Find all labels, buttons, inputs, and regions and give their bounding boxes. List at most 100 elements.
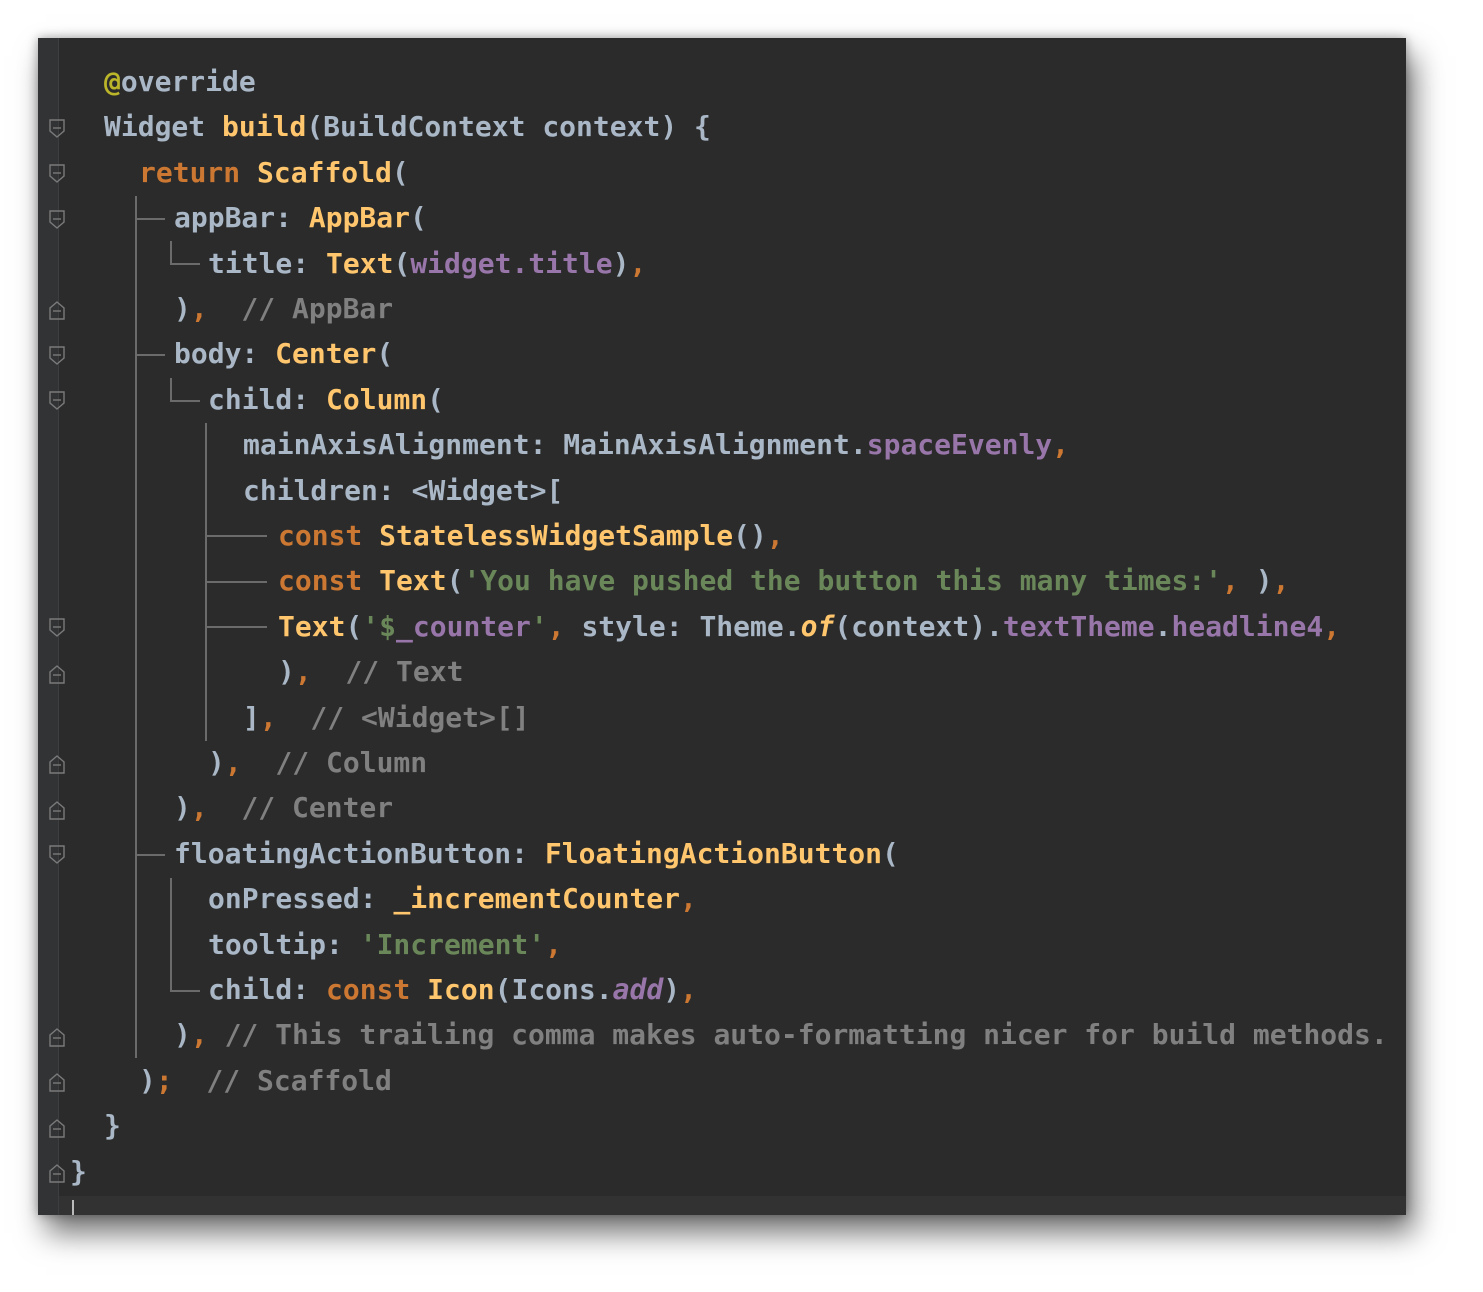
code-token: (Icons. (494, 973, 613, 1006)
code-token: // Column (241, 746, 428, 779)
code-token: 'Increment' (359, 927, 546, 961)
code-token: _counter (396, 609, 531, 643)
code-token: _incrementCounter (393, 882, 681, 916)
code-token: // Text (311, 655, 464, 689)
code-token: of (800, 609, 835, 643)
code-token: ( (410, 201, 427, 235)
code-line[interactable]: mainAxisAlignment: MainAxisAlignment.spa… (243, 422, 1069, 467)
code-token: , (1052, 428, 1070, 462)
code-token: widget.title (410, 246, 613, 280)
code-token: return (139, 155, 258, 189)
code-token: appBar: (174, 201, 309, 235)
code-token: , (190, 292, 208, 325)
code-line[interactable]: body: Center( (174, 331, 393, 376)
code-line[interactable]: appBar: AppBar( (174, 195, 427, 240)
code-token: } (104, 1109, 121, 1143)
code-token: // Scaffold (172, 1063, 392, 1097)
code-token: , (1323, 609, 1341, 643)
code-line[interactable]: ], // <Widget>[] (243, 695, 530, 740)
code-token: ) (663, 973, 681, 1006)
code-token: ; (155, 1063, 173, 1097)
code-token: (BuildContext context) { (306, 110, 711, 144)
code-token: const (278, 519, 380, 552)
code-line[interactable]: return Scaffold( (139, 150, 409, 195)
code-token: FloatingActionButton (544, 836, 883, 870)
code-token: , (190, 791, 208, 825)
code-token: onPressed: (208, 882, 394, 916)
code-token: tooltip: (208, 927, 360, 961)
code-token: , (190, 1018, 208, 1052)
code-token: build (222, 110, 307, 144)
code-line[interactable]: tooltip: 'Increment', (208, 922, 562, 967)
code-token: '$ (362, 609, 397, 643)
code-line[interactable]: title: Text(widget.title), (208, 241, 646, 286)
code-token: ) (278, 655, 295, 689)
code-token: textTheme (1002, 609, 1155, 643)
code-token: ( (882, 836, 899, 870)
code-token: ( (446, 564, 464, 598)
code-line[interactable]: ), // AppBar (174, 286, 393, 331)
code-token: const (326, 973, 428, 1006)
code-token: , (545, 927, 563, 961)
code-token: override (120, 65, 256, 98)
code-token: Text (379, 564, 447, 598)
code-token: AppBar (308, 201, 411, 235)
code-token: , (680, 973, 697, 1006)
code-line[interactable]: @override (104, 59, 256, 104)
code-line[interactable]: child: Column( (208, 377, 444, 422)
code-line[interactable]: children: <Widget>[ (243, 468, 563, 513)
code-token: () (733, 519, 767, 552)
code-token: ) (139, 1063, 156, 1097)
code-token: Center (275, 337, 377, 371)
code-token: children: <Widget>[ (243, 473, 564, 507)
code-token: ) (208, 746, 225, 779)
code-line[interactable]: Text('$_counter', style: Theme.of(contex… (278, 604, 1340, 649)
code-line[interactable]: } (70, 1149, 87, 1194)
code-line[interactable]: ), // Text (278, 649, 463, 694)
code-line[interactable]: ); // Scaffold (139, 1058, 392, 1103)
code-content[interactable]: @override Widget build(BuildContext conte… (38, 38, 1406, 1215)
code-token: const (278, 564, 380, 598)
code-token: ( (393, 246, 411, 280)
code-line[interactable]: } (104, 1103, 121, 1148)
code-token: , (294, 655, 312, 689)
code-token: Widget (104, 110, 223, 144)
code-token: Text (278, 609, 346, 643)
code-token: // This trailing comma makes auto-format… (207, 1018, 1388, 1052)
code-token: ) (612, 246, 630, 280)
code-token: , (766, 519, 784, 552)
code-token: // <Widget>[] (276, 700, 530, 734)
code-token: ( (376, 337, 394, 371)
code-token: child: (208, 973, 327, 1006)
code-token: . (1154, 609, 1172, 643)
code-token: add (612, 973, 664, 1006)
code-token: , (1222, 564, 1239, 598)
code-token: , (680, 882, 697, 916)
code-token: // Center (207, 791, 394, 825)
code-token: style: Theme. (564, 609, 801, 643)
code-token: headline4 (1171, 609, 1324, 643)
code-token: ' (530, 609, 548, 643)
code-line[interactable]: ), // Column (208, 740, 427, 785)
code-token: Scaffold (257, 155, 392, 189)
code-token: // AppBar (207, 292, 394, 325)
code-token: , (1272, 564, 1290, 598)
code-line[interactable]: const Text('You have pushed the button t… (278, 558, 1289, 603)
code-line[interactable]: onPressed: _incrementCounter, (208, 876, 697, 921)
code-token: , (629, 246, 647, 280)
code-token: ( (427, 382, 445, 416)
code-token: child: (208, 382, 327, 416)
code-token: Text (326, 246, 394, 280)
code-token: body: (174, 337, 276, 371)
code-token: ) (174, 292, 191, 325)
code-token: (context). (834, 609, 1003, 643)
code-token: ] (243, 700, 260, 734)
code-line[interactable]: floatingActionButton: FloatingActionButt… (174, 831, 899, 876)
code-line[interactable]: ), // Center (174, 785, 393, 830)
code-line[interactable]: child: const Icon(Icons.add), (208, 967, 697, 1012)
code-line[interactable]: ), // This trailing comma makes auto-for… (174, 1012, 1388, 1057)
code-editor[interactable]: @override Widget build(BuildContext conte… (38, 38, 1406, 1215)
code-line[interactable]: Widget build(BuildContext context) { (104, 104, 711, 149)
code-token: StatelessWidgetSample (379, 519, 734, 552)
code-line[interactable]: const StatelessWidgetSample(), (278, 513, 784, 558)
